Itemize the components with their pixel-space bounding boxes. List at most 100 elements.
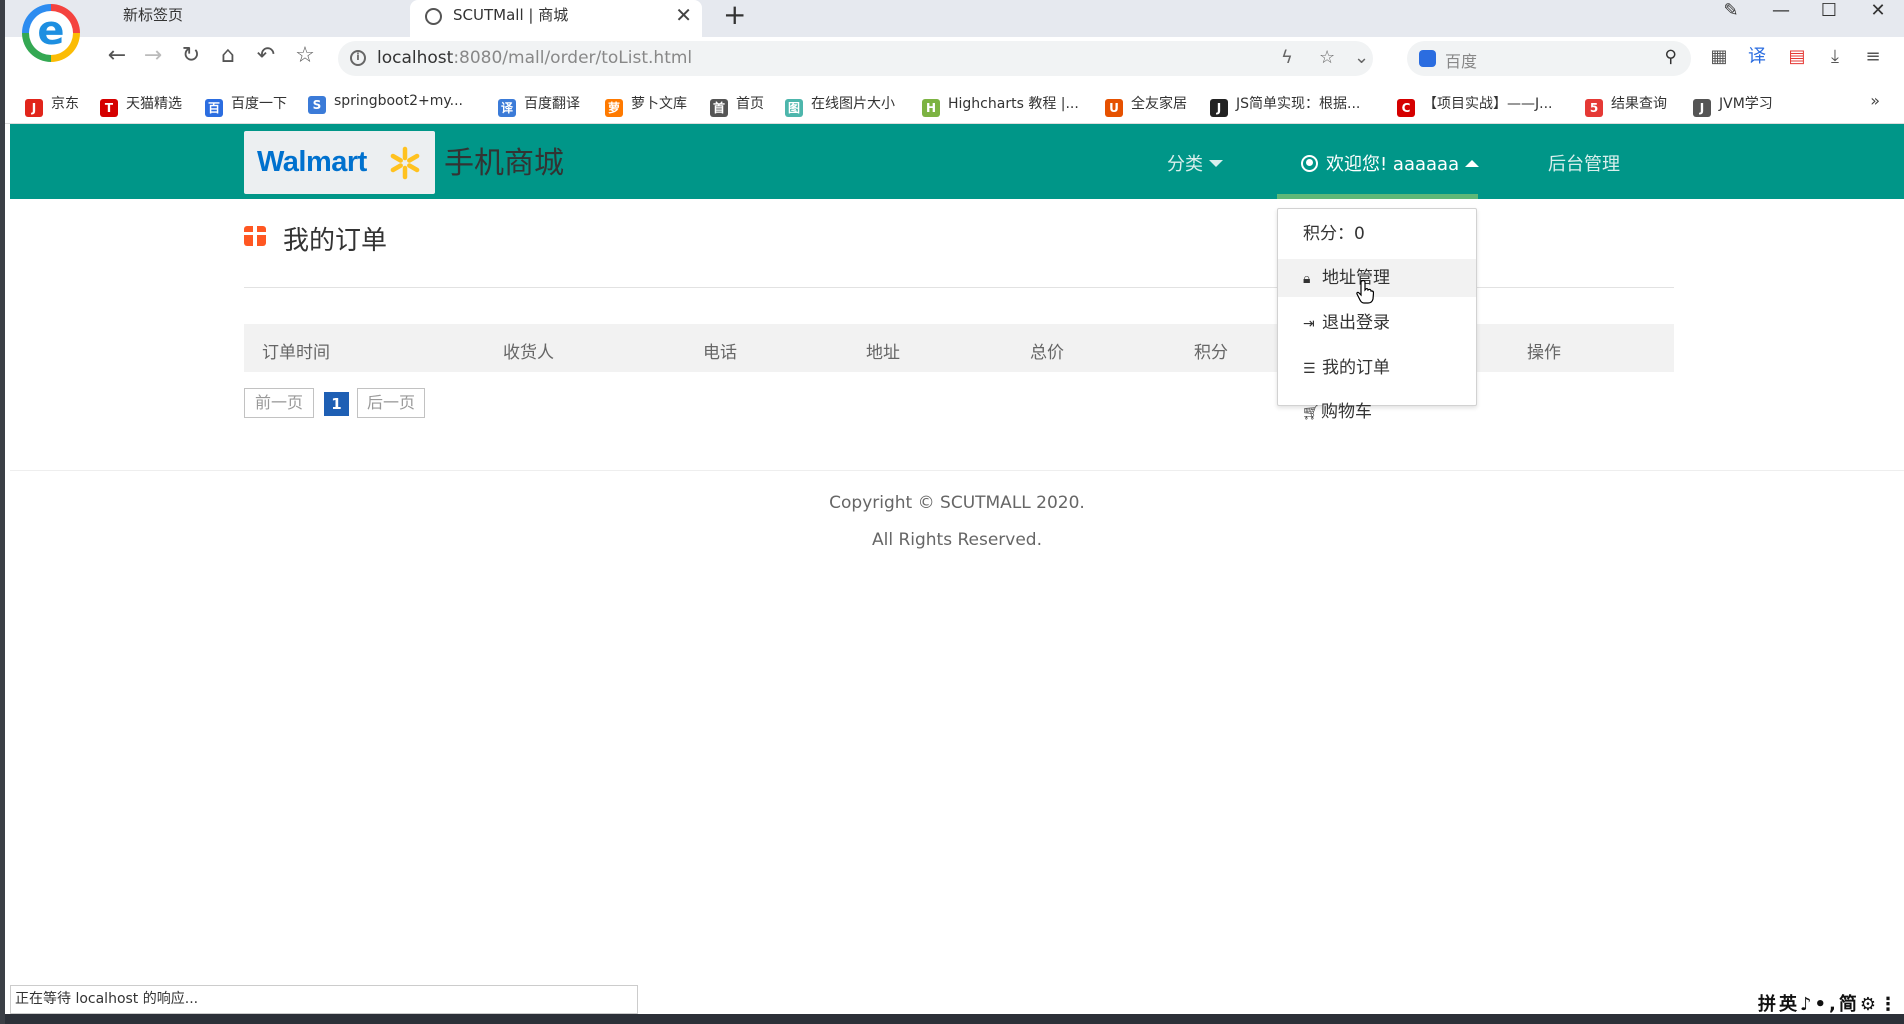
close-tab-icon[interactable]: ✕ bbox=[675, 0, 692, 31]
bookmark-icon: J bbox=[25, 99, 43, 117]
browser-window: 新标签页 SCUTMall | 商城 ✕ + ✎ — ☐ ✕ ← → ↻ ⌂ ↶… bbox=[0, 0, 1904, 1024]
bookmark-label: 京东 bbox=[51, 96, 79, 112]
bookmark-icon: T bbox=[100, 99, 118, 117]
bookmark-label: 天猫精选 bbox=[126, 96, 182, 112]
bookmark-label: 结果查询 bbox=[1611, 96, 1667, 112]
footer-rights: All Rights Reserved. bbox=[871, 530, 1043, 550]
page-title: 我的订单 bbox=[283, 226, 388, 256]
caret-down-icon bbox=[1209, 160, 1223, 167]
more-bookmarks-icon[interactable]: » bbox=[1870, 91, 1880, 110]
points-display: 积分：0 bbox=[1303, 224, 1365, 244]
url-text[interactable]: localhost:8080/mall/order/toList.html bbox=[377, 48, 692, 68]
pdf-icon[interactable]: ▤ bbox=[1786, 46, 1808, 68]
bookmark-item[interactable]: T 天猫精选 bbox=[100, 93, 182, 117]
list-icon: ☰ bbox=[1303, 361, 1316, 377]
bookmark-label: JS简单实现：根据... bbox=[1236, 96, 1361, 112]
nav-admin[interactable]: 后台管理 bbox=[1548, 150, 1620, 176]
current-page[interactable]: 1 bbox=[324, 392, 349, 416]
search-icon[interactable]: ⚲ bbox=[1665, 47, 1677, 67]
close-window-button[interactable]: ✕ bbox=[1863, 0, 1893, 24]
info-icon[interactable]: i bbox=[350, 50, 366, 66]
download-icon[interactable]: ⤓ bbox=[1824, 46, 1846, 68]
site-logo[interactable]: Walmart bbox=[244, 131, 435, 194]
bookmark-label: JVM学习 bbox=[1719, 96, 1773, 112]
column-header: 电话 bbox=[703, 343, 737, 363]
bookmark-icon: 百 bbox=[205, 99, 223, 117]
ime-toolbar[interactable]: 拼英♪•,简⚙⋮ bbox=[1758, 990, 1900, 1016]
notes-icon[interactable]: ✎ bbox=[1716, 0, 1746, 24]
menu-item-orders[interactable]: ☰ 我的订单 bbox=[1278, 349, 1476, 387]
bookmark-icon: 图 bbox=[785, 99, 803, 117]
lightning-icon[interactable]: ϟ bbox=[1281, 47, 1293, 68]
spark-icon bbox=[390, 146, 420, 180]
undo-icon[interactable]: ↶ bbox=[251, 43, 281, 68]
bookmark-icon: S bbox=[308, 96, 326, 114]
nav-category[interactable]: 分类 bbox=[1167, 150, 1223, 176]
bookmark-label: 萝卜文库 bbox=[631, 96, 687, 112]
minimize-button[interactable]: — bbox=[1766, 0, 1796, 24]
bookmark-item[interactable]: H Highcharts 教程 |... bbox=[922, 93, 1079, 117]
search-placeholder[interactable]: 百度 bbox=[1445, 48, 1477, 72]
chevron-down-icon[interactable]: ⌄ bbox=[1354, 47, 1369, 68]
translate-icon[interactable]: 译 bbox=[1746, 46, 1768, 68]
bookmark-item[interactable]: 译百度翻译 bbox=[498, 93, 580, 117]
menu-item-address[interactable]: 🔒︎ 地址管理 bbox=[1278, 259, 1476, 297]
bookmark-item[interactable]: 图在线图片大小 bbox=[785, 93, 895, 117]
cart-icon: 🛒︎ bbox=[1302, 405, 1320, 421]
forward-icon[interactable]: → bbox=[138, 43, 168, 68]
site-name: 手机商城 bbox=[444, 146, 564, 181]
apps-grid-icon[interactable]: ▦ bbox=[1708, 46, 1730, 68]
caret-up-icon bbox=[1465, 160, 1480, 167]
bookmark-item[interactable]: J 京东 bbox=[25, 93, 79, 117]
bookmark-item[interactable]: J JVM学习 bbox=[1693, 93, 1773, 117]
bookmark-item[interactable]: Sspringboot2+my... bbox=[308, 93, 463, 114]
home-icon[interactable]: ⌂ bbox=[213, 43, 243, 68]
lock-icon: 🔒︎ bbox=[1303, 271, 1311, 287]
site-navbar: Walmart 手机商城 分类 欢迎您! aaaaaa 后台管理 bbox=[10, 124, 1904, 199]
column-header: 订单时间 bbox=[262, 343, 330, 363]
bookmark-star-icon[interactable]: ☆ bbox=[1319, 47, 1335, 68]
bookmark-item[interactable]: U 全友家居 bbox=[1105, 93, 1187, 117]
tab-strip: 新标签页 SCUTMall | 商城 ✕ + ✎ — ☐ ✕ bbox=[5, 0, 1904, 37]
column-header: 操作 bbox=[1527, 343, 1561, 363]
bookmark-label: 首页 bbox=[736, 96, 764, 112]
bookmark-label: 百度翻译 bbox=[524, 96, 580, 112]
tab-label: 新标签页 bbox=[123, 6, 184, 24]
back-icon[interactable]: ← bbox=[102, 43, 132, 68]
bookmark-item[interactable]: C 【项目实战】——J... bbox=[1397, 93, 1552, 117]
reload-icon[interactable]: ↻ bbox=[176, 43, 206, 68]
baidu-paw-icon bbox=[1419, 50, 1436, 67]
new-tab-button[interactable]: + bbox=[723, 0, 746, 30]
search-box[interactable]: 百度 ⚲ bbox=[1407, 41, 1691, 76]
bookmark-item[interactable]: J JS简单实现：根据... bbox=[1210, 93, 1360, 117]
tab-scutmall[interactable]: SCUTMall | 商城 ✕ bbox=[410, 0, 702, 37]
menu-icon[interactable]: ≡ bbox=[1862, 46, 1884, 68]
bookmark-item[interactable]: 5 结果查询 bbox=[1585, 93, 1667, 117]
bookmark-label: 百度一下 bbox=[231, 96, 287, 112]
nav-user-menu[interactable]: 欢迎您! aaaaaa bbox=[1301, 150, 1480, 176]
column-header: 总价 bbox=[1030, 343, 1064, 363]
next-page-button[interactable]: 后一页 bbox=[357, 388, 425, 418]
bookmark-label: 【项目实战】——J... bbox=[1423, 96, 1553, 112]
prev-page-button[interactable]: 前一页 bbox=[244, 388, 314, 418]
bookmark-icon: 5 bbox=[1585, 99, 1603, 117]
bookmark-item[interactable]: 首首页 bbox=[710, 93, 764, 117]
menu-item-cart[interactable]: 🛒︎购物车 bbox=[1277, 393, 1475, 431]
bookmark-item[interactable]: 萝萝卜文库 bbox=[605, 93, 687, 117]
maximize-button[interactable]: ☐ bbox=[1814, 0, 1844, 24]
hand-cursor-icon bbox=[1356, 280, 1374, 304]
tab-new-tab[interactable]: 新标签页 bbox=[123, 0, 409, 37]
bookmark-icon: U bbox=[1105, 99, 1123, 117]
bookmark-item[interactable]: 百百度一下 bbox=[205, 93, 287, 117]
browser-toolbar: ← → ↻ ⌂ ↶ ☆ i localhost:8080/mall/order/… bbox=[5, 37, 1904, 81]
web-page: Walmart 手机商城 分类 欢迎您! aaaaaa 后台管理 我的订单 订单… bbox=[10, 124, 1904, 1006]
logo-text: Walmart bbox=[257, 146, 367, 178]
address-bar[interactable]: i localhost:8080/mall/order/toList.html … bbox=[338, 41, 1373, 76]
star-icon[interactable]: ☆ bbox=[290, 43, 320, 68]
bookmark-label: Highcharts 教程 |... bbox=[948, 96, 1079, 112]
globe-icon bbox=[425, 8, 442, 25]
taskbar bbox=[5, 1014, 1904, 1024]
footer-divider bbox=[10, 470, 1904, 471]
menu-item-logout[interactable]: ⇥ 退出登录 bbox=[1278, 304, 1476, 342]
browser-logo-icon bbox=[22, 4, 80, 62]
